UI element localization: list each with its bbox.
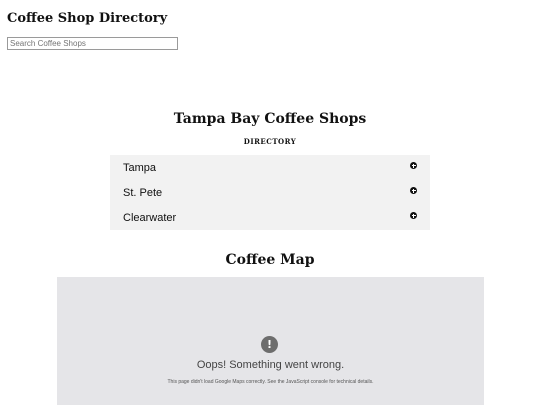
accordion-item-st-pete[interactable]: St. Pete (110, 180, 430, 205)
map-title: Coffee Map (225, 252, 315, 268)
plus-circle-icon[interactable] (410, 187, 417, 194)
search-input[interactable] (7, 37, 178, 50)
accordion-item-label: St. Pete (123, 186, 163, 199)
map-container[interactable]: ! Oops! Something went wrong. This page … (57, 277, 484, 405)
city-accordion: Tampa St. Pete Clearwater (110, 155, 430, 230)
map-error-title: Oops! Something went wrong. (196, 359, 345, 371)
site-title: Coffee Shop Directory (7, 11, 168, 26)
directory-subheading: DIRECTORY (243, 137, 297, 146)
accordion-item-clearwater[interactable]: Clearwater (110, 205, 430, 230)
exclamation-circle-icon: ! (261, 336, 278, 353)
accordion-item-tampa[interactable]: Tampa (110, 155, 430, 180)
accordion-item-label: Clearwater (123, 211, 177, 224)
accordion-item-label: Tampa (123, 161, 157, 174)
map-error-detail: This page didn't load Google Maps correc… (167, 379, 374, 385)
directory-title: Tampa Bay Coffee Shops (173, 111, 367, 127)
plus-circle-icon[interactable] (410, 162, 417, 169)
plus-circle-icon[interactable] (410, 212, 417, 219)
